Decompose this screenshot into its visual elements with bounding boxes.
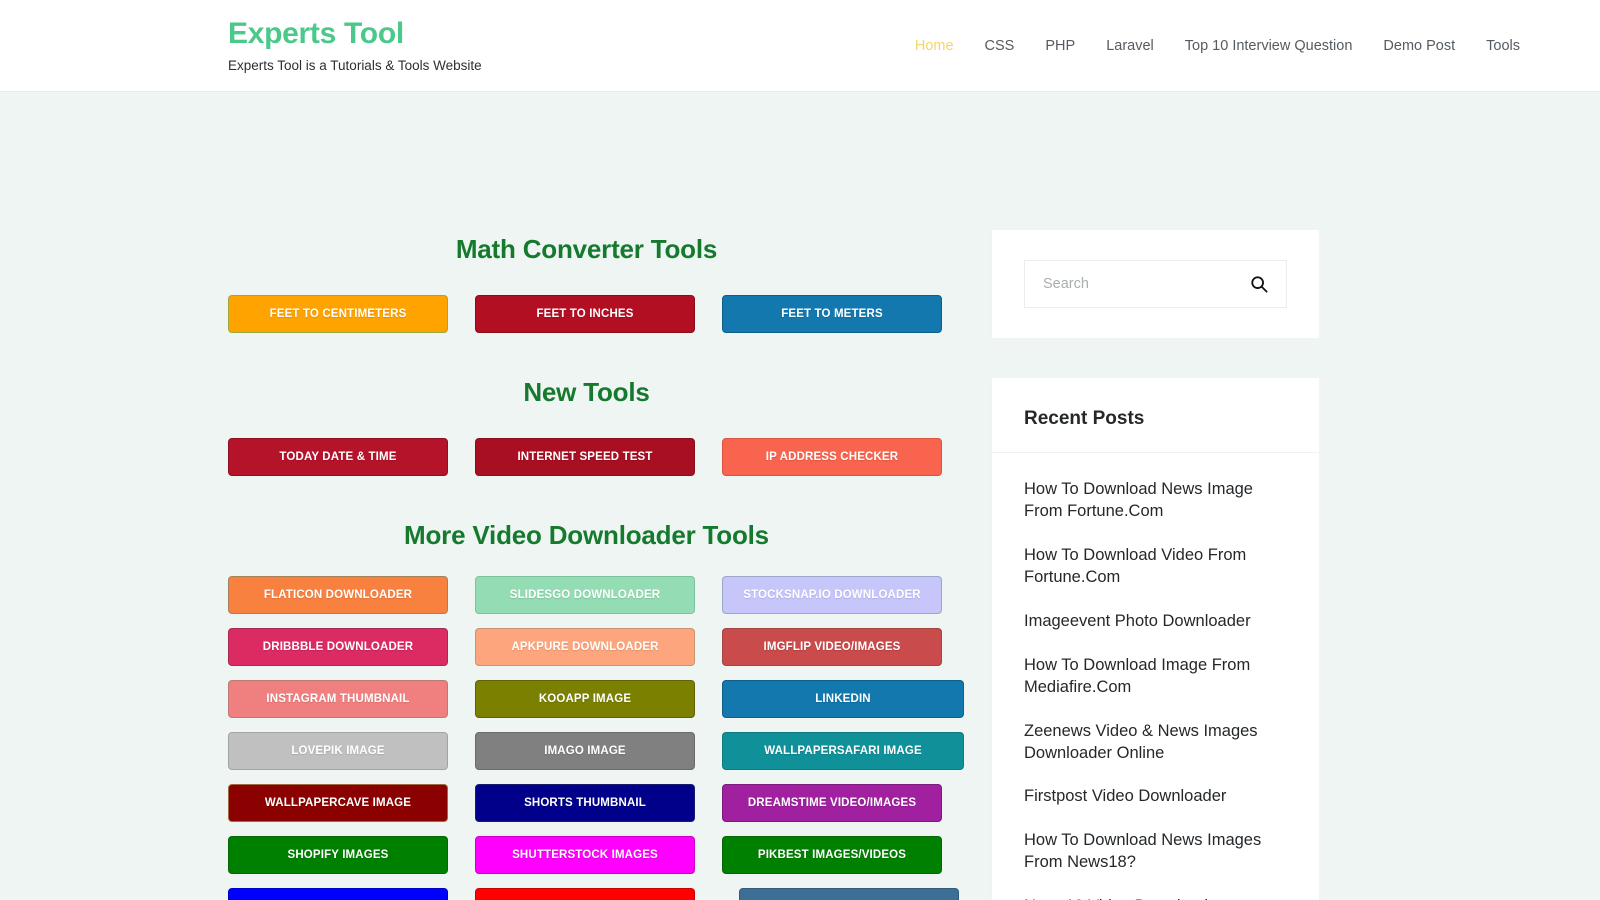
tool-button-slidesgo-downloader[interactable]: Slidesgo Downloader: [475, 576, 695, 614]
button-grid-math-converter-tools: Feet To Centimeters Feet To Inches Feet To…: [228, 295, 945, 333]
section-title-more-video-downloader-tools: More Video Downloader Tools: [404, 520, 769, 550]
tool-button-dreamstime-video-images[interactable]: Dreamstime Video/Images: [722, 784, 942, 822]
nav-item-top-10-interview-question[interactable]: Top 10 Interview Question: [1185, 38, 1353, 54]
tool-button-apkpure-downloader[interactable]: Apkpure Downloader: [475, 628, 695, 666]
nav-item-tools[interactable]: Tools: [1486, 38, 1520, 54]
tool-button-wallpapercave-image[interactable]: Wallpapercave Image: [228, 784, 448, 822]
tool-button-adobe-stock-images-vectors[interactable]: Adobe Stock Images/Vectors: [739, 888, 959, 900]
tool-button-instagram-thumbnail[interactable]: Instagram Thumbnail: [228, 680, 448, 718]
search-icon[interactable]: [1250, 275, 1268, 293]
main-navigation: Home CSS PHP Laravel Top 10 Interview Questi…: [915, 38, 1560, 54]
tool-button-stocksnap-io-downloader[interactable]: Stocksnap.Io Downloader: [722, 576, 942, 614]
recent-post-item[interactable]: How To Download News Image From Fortune.…: [1024, 479, 1287, 523]
nav-item-php[interactable]: PHP: [1045, 38, 1075, 54]
section-title-new-tools: New Tools: [523, 377, 650, 407]
search-input[interactable]: [1043, 276, 1250, 292]
tool-button-dribbble-downloader[interactable]: Dribbble Downloader: [228, 628, 448, 666]
tool-button-feet-to-meters[interactable]: Feet To Meters: [722, 295, 942, 333]
recent-post-item[interactable]: How To Download Video From Fortune.Com: [1024, 545, 1287, 589]
recent-post-item[interactable]: News18 Video Downloader: [1024, 896, 1287, 900]
tool-button-linkedin[interactable]: Linkedin: [722, 680, 964, 718]
tool-button-internet-speed-test[interactable]: Internet Speed Test: [475, 438, 695, 476]
search-widget: [989, 230, 1319, 338]
nav-item-laravel[interactable]: Laravel: [1106, 38, 1154, 54]
recent-post-item[interactable]: How To Download News Images From News18?: [1024, 830, 1287, 874]
tool-button-shorts-thumbnail[interactable]: Shorts Thumbnail: [475, 784, 695, 822]
main-content: Math Converter Tools Feet To Centimeters F…: [228, 92, 964, 900]
tool-button-ted-videos[interactable]: Ted Videos: [475, 888, 695, 900]
tool-button-feet-to-inches[interactable]: Feet To Inches: [475, 295, 695, 333]
sidebar: Recent Posts How To Download News Image …: [989, 92, 1319, 900]
tool-button-flaticon-downloader[interactable]: Flaticon Downloader: [228, 576, 448, 614]
nav-item-css[interactable]: CSS: [985, 38, 1015, 54]
site-tagline: Experts Tool is a Tutorials & Tools Webs…: [228, 57, 482, 73]
site-branding[interactable]: Experts Tool Experts Tool is a Tutorials…: [228, 17, 482, 74]
recent-posts-widget: Recent Posts How To Download News Image …: [989, 378, 1319, 900]
tool-button-shutterstock-images[interactable]: Shutterstock Images: [475, 836, 695, 874]
recent-post-item[interactable]: How To Download Image From Mediafire.Com: [1024, 655, 1287, 699]
tool-button-shopify-images[interactable]: Shopify Images: [228, 836, 448, 874]
tool-button-today-date-time[interactable]: Today Date & Time: [228, 438, 448, 476]
search-box[interactable]: [1024, 260, 1287, 308]
recent-post-item[interactable]: Imageevent Photo Downloader: [1024, 611, 1287, 633]
tool-button-imago-image[interactable]: Imago Image: [475, 732, 695, 770]
button-grid-more-video-downloader-tools: Flaticon Downloader Slidesgo Downloader St…: [228, 576, 964, 900]
recent-post-item[interactable]: Firstpost Video Downloader: [1024, 786, 1287, 808]
recent-posts-list: How To Download News Image From Fortune.…: [992, 453, 1319, 900]
nav-item-demo-post[interactable]: Demo Post: [1383, 38, 1455, 54]
tool-button-wallpapersafari-image[interactable]: Wallpapersafari Image: [722, 732, 964, 770]
button-grid-new-tools: Today Date & Time Internet Speed Test IP A…: [228, 438, 945, 476]
tool-button-feet-to-centimeters[interactable]: Feet To Centimeters: [228, 295, 448, 333]
recent-posts-title: Recent Posts: [992, 378, 1319, 453]
tool-button-pikbest-images-videos[interactable]: Pikbest Images/Videos: [722, 836, 942, 874]
tool-button-lovepik-image[interactable]: Lovepik Image: [228, 732, 448, 770]
page-wrapper: Math Converter Tools Feet To Centimeters F…: [0, 92, 1600, 900]
nav-item-home[interactable]: Home: [915, 38, 954, 54]
section-title-math-converter-tools: Math Converter Tools: [455, 234, 718, 264]
tool-button-kooapp-image[interactable]: Kooapp Image: [475, 680, 695, 718]
site-title[interactable]: Experts Tool: [228, 17, 482, 52]
recent-post-item[interactable]: Zeenews Video & News Images Downloader O…: [1024, 721, 1287, 765]
tool-button-ip-address-checker[interactable]: IP Address Checker: [722, 438, 942, 476]
site-header: Experts Tool Experts Tool is a Tutorials…: [0, 0, 1600, 92]
tool-button-depositphotos-videos[interactable]: Depositphotos Videos: [228, 888, 448, 900]
tool-button-imgflip-video-images[interactable]: Imgflip Video/Images: [722, 628, 942, 666]
